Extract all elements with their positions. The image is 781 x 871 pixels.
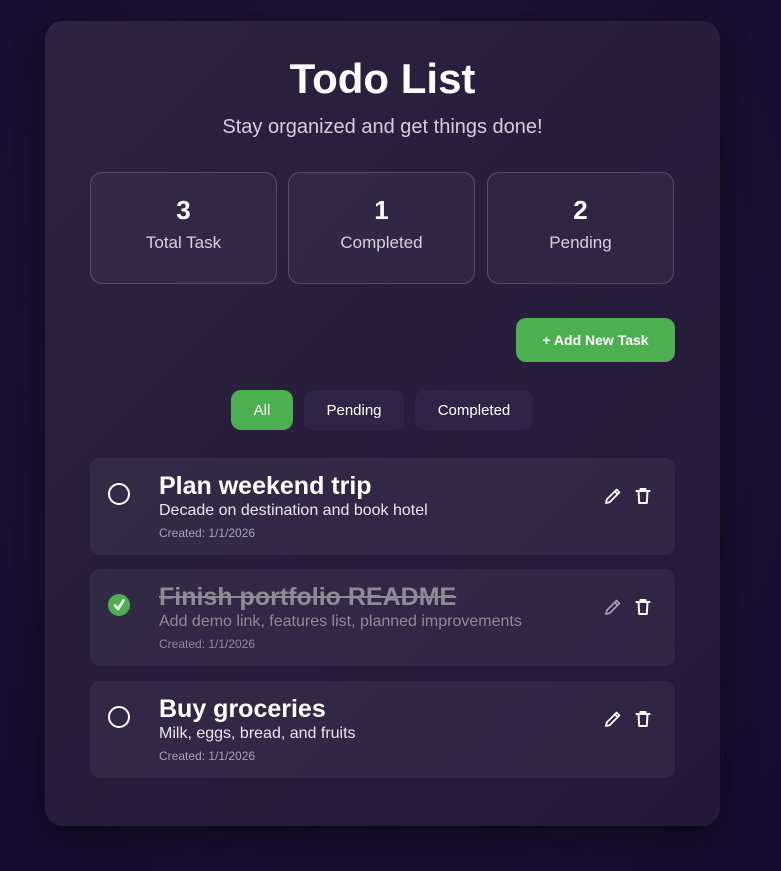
pencil-icon[interactable] bbox=[603, 709, 623, 729]
trash-icon[interactable] bbox=[633, 597, 653, 617]
filter-pending-button[interactable]: Pending bbox=[304, 390, 404, 430]
pencil-icon[interactable] bbox=[603, 597, 623, 617]
task-checkbox[interactable] bbox=[108, 706, 130, 728]
stat-total-tasks: 3 Total Task bbox=[90, 172, 277, 284]
page-subtitle: Stay organized and get things done! bbox=[222, 116, 543, 138]
task-description: Add demo link, features list, planned im… bbox=[159, 613, 522, 630]
task-description: Decade on destination and book hotel bbox=[159, 502, 428, 519]
add-new-task-button[interactable]: + Add New Task bbox=[516, 318, 675, 362]
trash-icon[interactable] bbox=[633, 709, 653, 729]
task-description: Milk, eggs, bread, and fruits bbox=[159, 725, 356, 742]
filter-completed-button[interactable]: Completed bbox=[415, 390, 533, 430]
todo-card: Todo List Stay organized and get things … bbox=[45, 21, 720, 826]
task-checkbox[interactable] bbox=[108, 483, 130, 505]
task-created-date: Created: 1/1/2026 bbox=[159, 526, 256, 540]
task-created-date: Created: 1/1/2026 bbox=[159, 749, 256, 763]
stat-label: Pending bbox=[549, 233, 612, 252]
task-title: Plan weekend trip bbox=[159, 472, 372, 500]
stat-label: Completed bbox=[340, 233, 423, 252]
task-item: Buy groceries Milk, eggs, bread, and fru… bbox=[90, 681, 675, 778]
stat-value: 1 bbox=[374, 195, 389, 225]
stat-value: 2 bbox=[573, 195, 588, 225]
trash-icon[interactable] bbox=[633, 486, 653, 506]
stat-pending: 2 Pending bbox=[487, 172, 674, 284]
stat-label: Total Task bbox=[145, 233, 222, 252]
checkmark-circle-icon[interactable] bbox=[108, 594, 130, 616]
task-item: Finish portfolio README Add demo link, f… bbox=[90, 569, 675, 666]
stats-row: 3 Total Task 1 Completed 2 Pending bbox=[90, 172, 675, 284]
task-item: Plan weekend trip Decade on destination … bbox=[90, 458, 675, 555]
pencil-icon[interactable] bbox=[603, 486, 623, 506]
task-title: Finish portfolio README bbox=[159, 583, 457, 611]
task-created-date: Created: 1/1/2026 bbox=[159, 637, 256, 651]
task-title: Buy groceries bbox=[159, 695, 326, 723]
stat-completed: 1 Completed bbox=[288, 172, 475, 284]
page-title: Todo List bbox=[289, 55, 476, 102]
stat-value: 3 bbox=[176, 195, 191, 225]
filter-all-button[interactable]: All bbox=[231, 390, 293, 430]
